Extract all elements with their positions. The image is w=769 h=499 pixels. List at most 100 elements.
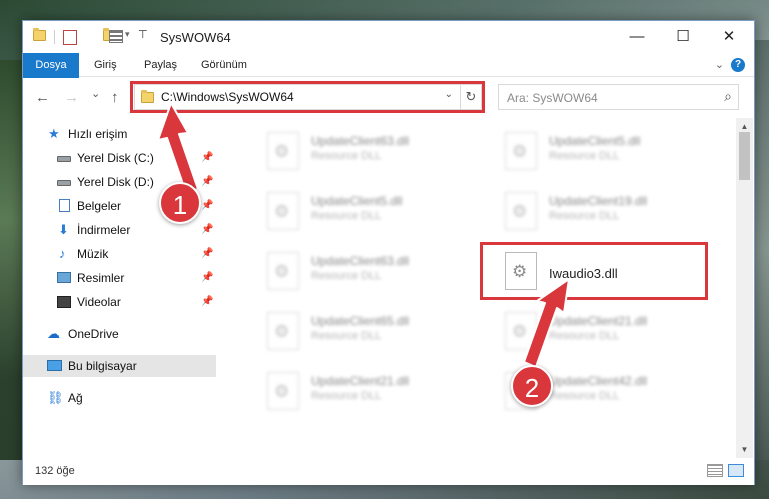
dll-file-icon xyxy=(505,132,537,170)
sidebar-item-label: Yerel Disk (D:) xyxy=(77,175,154,189)
details-view-icon[interactable] xyxy=(707,464,723,477)
navigation-bar: ← → ⌄ ↑ C:\Windows\SysWOW64 ⌄ ↻ Ara: Sys… xyxy=(23,78,754,118)
document-icon xyxy=(59,199,70,212)
pin-icon[interactable]: 📌 xyxy=(201,219,213,241)
title-bar: ▾ ⊤ SysWOW64 — ☐ ✕ xyxy=(23,21,754,53)
file-type: Resource DLL xyxy=(549,150,620,162)
file-item[interactable]: UpdateClient21.dll Resource DLL xyxy=(481,304,711,360)
file-name: UpdateClient19.dll xyxy=(549,194,648,208)
explorer-window: ▾ ⊤ SysWOW64 — ☐ ✕ Dosya Giriş Paylaş Gö… xyxy=(22,20,755,485)
divider xyxy=(54,30,55,44)
pin-icon[interactable]: 📌 xyxy=(201,267,213,289)
forward-button[interactable]: → xyxy=(64,89,79,106)
computer-icon xyxy=(47,360,62,371)
sidebar-item-onedrive[interactable]: ☁ OneDrive xyxy=(23,323,216,345)
file-type: Resource DLL xyxy=(549,390,620,402)
file-type: Resource DLL xyxy=(311,210,382,222)
step-1-badge: 1 xyxy=(159,182,201,224)
sidebar-item-quick-access[interactable]: ★ Hızlı erişim xyxy=(23,123,216,145)
dll-file-icon xyxy=(267,252,299,290)
sidebar-item-videos[interactable]: Videolar 📌 xyxy=(23,291,216,313)
sidebar-item-local-disk-c[interactable]: Yerel Disk (C:) 📌 xyxy=(23,147,216,169)
sidebar-item-this-pc[interactable]: Bu bilgisayar xyxy=(23,355,216,377)
navigation-pane: ★ Hızlı erişim Yerel Disk (C:) 📌 Yerel D… xyxy=(23,118,216,458)
maximize-button[interactable]: ☐ xyxy=(660,21,706,53)
file-name: UpdateClient65.dll xyxy=(311,314,410,328)
file-item[interactable]: UpdateClient65.dll Resource DLL xyxy=(243,304,473,360)
file-type: Resource DLL xyxy=(549,210,620,222)
properties-icon[interactable] xyxy=(63,30,77,45)
customize-toolbar-icon[interactable]: ⊤ xyxy=(138,28,148,44)
address-highlight-box xyxy=(130,81,485,113)
sidebar-item-pictures[interactable]: Resimler 📌 xyxy=(23,267,216,289)
expand-ribbon-icon[interactable]: ⌄ xyxy=(715,58,724,71)
drive-icon xyxy=(57,156,71,162)
scroll-down-icon[interactable]: ▼ xyxy=(736,441,753,458)
search-box[interactable]: Ara: SysWOW64 ⌕ xyxy=(498,84,739,110)
sidebar-item-label: Bu bilgisayar xyxy=(68,359,137,373)
file-name: UpdateClient5.dll xyxy=(549,134,641,148)
pin-icon[interactable]: 📌 xyxy=(201,243,213,265)
sidebar-item-label: Videolar xyxy=(77,295,121,309)
sidebar-item-label: Hızlı erişim xyxy=(68,127,128,141)
dll-file-icon xyxy=(505,312,537,350)
background-right xyxy=(753,40,769,460)
help-icon[interactable]: ? xyxy=(731,58,745,72)
sidebar-item-network[interactable]: ⛓ Ağ xyxy=(23,387,216,409)
file-item[interactable]: UpdateClient19.dll Resource DLL xyxy=(481,184,711,240)
file-type: Resource DLL xyxy=(311,330,382,342)
file-item[interactable]: UpdateClient5.dll Resource DLL xyxy=(481,124,711,180)
download-icon: ⬇ xyxy=(58,222,69,237)
file-type: Resource DLL xyxy=(311,390,382,402)
step-2-badge: 2 xyxy=(511,365,553,407)
pin-icon[interactable]: 📌 xyxy=(201,147,213,169)
tab-share[interactable]: Paylaş xyxy=(136,53,185,77)
view-menu-icon[interactable] xyxy=(109,30,123,43)
file-item[interactable]: UpdateClient21.dll Resource DLL xyxy=(243,364,473,420)
chevron-down-icon[interactable]: ▾ xyxy=(125,29,130,45)
videos-icon xyxy=(57,296,71,308)
pin-icon[interactable]: 📌 xyxy=(201,195,213,217)
file-name: UpdateClient21.dll xyxy=(311,374,410,388)
close-button[interactable]: ✕ xyxy=(706,21,752,53)
search-input[interactable]: Ara: SysWOW64 xyxy=(507,91,598,105)
drive-icon xyxy=(57,180,71,186)
dll-file-icon xyxy=(267,372,299,410)
dll-file-icon xyxy=(267,132,299,170)
search-icon[interactable]: ⌕ xyxy=(724,88,732,105)
pin-icon[interactable]: 📌 xyxy=(201,291,213,313)
folder-icon xyxy=(33,28,46,41)
pin-icon[interactable]: 📌 xyxy=(201,171,213,193)
back-button[interactable]: ← xyxy=(35,89,50,106)
file-type: Resource DLL xyxy=(549,330,620,342)
sidebar-item-label: Yerel Disk (C:) xyxy=(77,151,154,165)
ribbon: Dosya Giriş Paylaş Görünüm ⌄ ? xyxy=(23,53,754,109)
tab-view[interactable]: Görünüm xyxy=(193,53,255,77)
minimize-button[interactable]: — xyxy=(614,21,660,53)
file-type: Resource DLL xyxy=(311,270,382,282)
file-item[interactable]: UpdateClient5.dll Resource DLL xyxy=(243,184,473,240)
file-type: Resource DLL xyxy=(311,150,382,162)
sidebar-item-label: Ağ xyxy=(68,391,83,405)
network-icon: ⛓ xyxy=(47,390,64,405)
file-name: UpdateClient21.dll xyxy=(549,314,648,328)
item-count: 132 öğe xyxy=(35,465,75,477)
up-button[interactable]: ↑ xyxy=(111,89,119,106)
dll-file-icon xyxy=(267,312,299,350)
vertical-scrollbar[interactable]: ▲ ▼ xyxy=(736,118,753,458)
status-bar: 132 öğe xyxy=(23,458,754,485)
file-item[interactable]: UpdateClient63.dll Resource DLL xyxy=(243,244,473,300)
file-item[interactable]: UpdateClient63.dll Resource DLL xyxy=(243,124,473,180)
sidebar-item-music[interactable]: ♪ Müzik 📌 xyxy=(23,243,216,265)
tab-home[interactable]: Giriş xyxy=(86,53,125,77)
dll-file-icon xyxy=(267,192,299,230)
file-name: UpdateClient63.dll xyxy=(311,254,410,268)
music-icon: ♪ xyxy=(59,246,66,261)
large-icons-view-icon[interactable] xyxy=(728,464,744,477)
file-name: UpdateClient5.dll xyxy=(311,194,403,208)
sidebar-item-label: Müzik xyxy=(77,247,109,261)
recent-locations-button[interactable]: ⌄ xyxy=(91,87,100,100)
file-highlight-box xyxy=(480,242,708,300)
sidebar-item-label: Resimler xyxy=(77,271,125,285)
scroll-thumb[interactable] xyxy=(739,132,750,180)
